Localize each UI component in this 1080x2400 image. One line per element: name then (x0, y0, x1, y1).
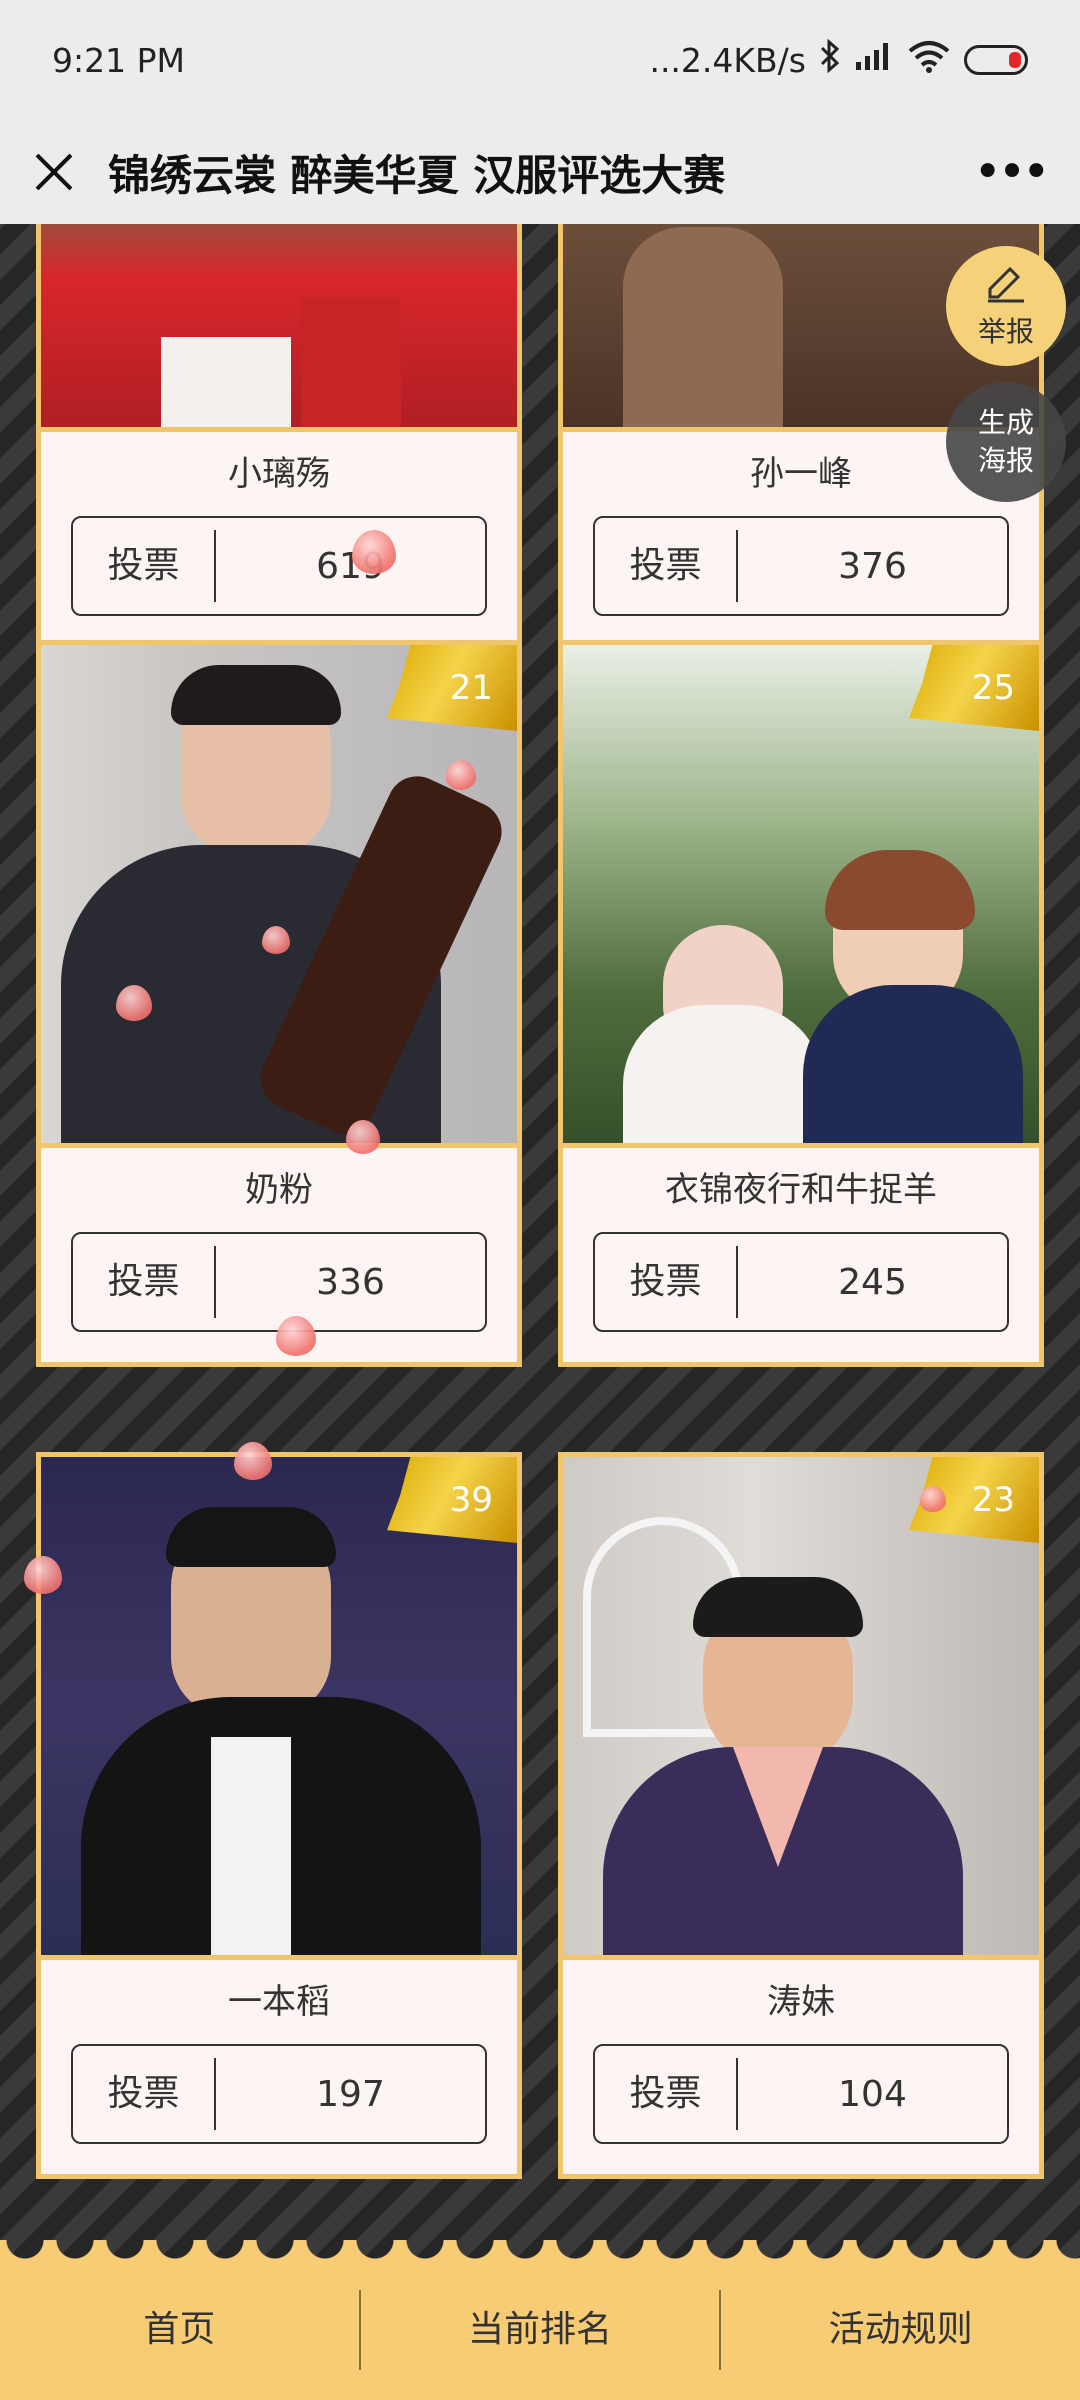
contestant-name: 奶粉 (245, 1170, 313, 1210)
close-icon[interactable] (30, 148, 78, 196)
network-speed: ...2.4KB/s (649, 40, 806, 80)
petal-decoration (346, 1120, 380, 1154)
contestant-photo[interactable]: 21 (41, 645, 517, 1148)
vote-count: 336 (316, 1261, 385, 1303)
petal-decoration (116, 985, 152, 1021)
report-icon (984, 263, 1028, 310)
vote-count: 619 (316, 545, 385, 587)
battery-icon (964, 45, 1028, 75)
petal-decoration (24, 1556, 62, 1594)
vote-button[interactable]: 投票 336 (71, 1232, 487, 1332)
rank-badge: 21 (387, 645, 517, 731)
rank-badge: 25 (909, 645, 1039, 731)
contestant-card[interactable]: 25 衣锦夜行和牛捉羊 投票 245 (558, 640, 1044, 1367)
vote-count: 197 (316, 2073, 385, 2115)
wifi-icon (908, 39, 950, 81)
vote-button[interactable]: 投票 197 (71, 2044, 487, 2144)
poster-label-line1: 生成 (977, 406, 1034, 439)
title-bar: 锦绣云裳 醉美华夏 汉服评选大赛 ••• (0, 120, 1080, 224)
contestant-name: 小璃殇 (228, 454, 330, 494)
vote-label: 投票 (73, 2058, 216, 2130)
petal-decoration (234, 1442, 272, 1480)
contestant-photo[interactable]: 39 (41, 1457, 517, 1960)
poster-label-line2: 海报 (977, 444, 1034, 477)
contestant-photo[interactable]: 25 (563, 645, 1039, 1148)
petal-decoration (276, 1316, 316, 1356)
vote-label: 投票 (595, 2058, 738, 2130)
contestant-grid: 小璃殇 投票 619 孙一峰 投票 376 21 奶粉 投票 336 25 衣锦… (0, 224, 1080, 2260)
bluetooth-icon (820, 38, 840, 81)
contestant-name: 一本稻 (228, 1982, 330, 2022)
contestant-card[interactable]: 23 涛妹 投票 104 (558, 1452, 1044, 2179)
vote-label: 投票 (73, 1246, 216, 1318)
petal-decoration (262, 926, 290, 954)
contestant-card[interactable]: 39 一本稻 投票 197 (36, 1452, 522, 2179)
status-bar: 9:21 PM ...2.4KB/s (0, 0, 1080, 120)
contestant-photo[interactable]: 23 (563, 1457, 1039, 1960)
vote-count: 245 (838, 1261, 907, 1303)
contestant-card[interactable]: 小璃殇 投票 619 (36, 224, 522, 651)
rank-badge: 39 (387, 1457, 517, 1543)
petal-decoration (446, 760, 476, 790)
generate-poster-button[interactable]: 生成 海报 (946, 382, 1066, 502)
signal-icon (854, 40, 894, 80)
contestant-name: 涛妹 (767, 1982, 835, 2022)
report-label: 举报 (977, 314, 1034, 348)
contestant-card[interactable]: 21 奶粉 投票 336 (36, 640, 522, 1367)
vote-button[interactable]: 投票 376 (593, 516, 1009, 616)
vote-label: 投票 (595, 1246, 738, 1318)
contestant-name: 衣锦夜行和牛捉羊 (665, 1170, 937, 1210)
vote-button[interactable]: 投票 619 (71, 516, 487, 616)
status-time: 9:21 PM (52, 40, 185, 80)
vote-label: 投票 (73, 530, 216, 602)
petal-decoration (352, 530, 396, 574)
vote-button[interactable]: 投票 104 (593, 2044, 1009, 2144)
status-icons: ...2.4KB/s (649, 38, 1028, 81)
nav-ranking[interactable]: 当前排名 (358, 2290, 720, 2370)
more-options-icon[interactable]: ••• (970, 144, 1051, 200)
page-title: 锦绣云裳 醉美华夏 汉服评选大赛 (108, 150, 726, 200)
petal-decoration (920, 1486, 946, 1512)
vote-button[interactable]: 投票 245 (593, 1232, 1009, 1332)
nav-home[interactable]: 首页 (0, 2290, 359, 2370)
vote-count: 104 (838, 2073, 907, 2115)
report-button[interactable]: 举报 (946, 246, 1066, 366)
contestant-photo[interactable] (41, 224, 517, 432)
nav-rules[interactable]: 活动规则 (719, 2290, 1080, 2370)
vote-count: 376 (838, 545, 907, 587)
vote-label: 投票 (595, 530, 738, 602)
bottom-nav: 首页 当前排名 活动规则 (0, 2260, 1080, 2400)
